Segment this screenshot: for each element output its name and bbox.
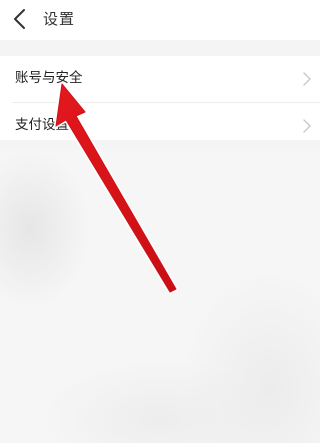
settings-item-label: 账号与安全 <box>15 70 83 86</box>
section-gap <box>0 40 320 56</box>
top-navigation-bar: 设置 <box>0 0 320 40</box>
settings-item-account-security[interactable]: 账号与安全 <box>0 56 320 102</box>
settings-list: 账号与安全 支付设置 <box>0 56 320 149</box>
settings-item-label: 支付设置 <box>15 117 69 133</box>
page-title: 设置 <box>43 10 76 28</box>
back-button[interactable] <box>8 6 34 32</box>
blurred-content-area <box>0 149 320 443</box>
chevron-right-icon <box>302 71 312 87</box>
chevron-left-icon <box>14 9 25 29</box>
section-gap <box>0 140 320 149</box>
chevron-right-icon <box>302 118 312 134</box>
